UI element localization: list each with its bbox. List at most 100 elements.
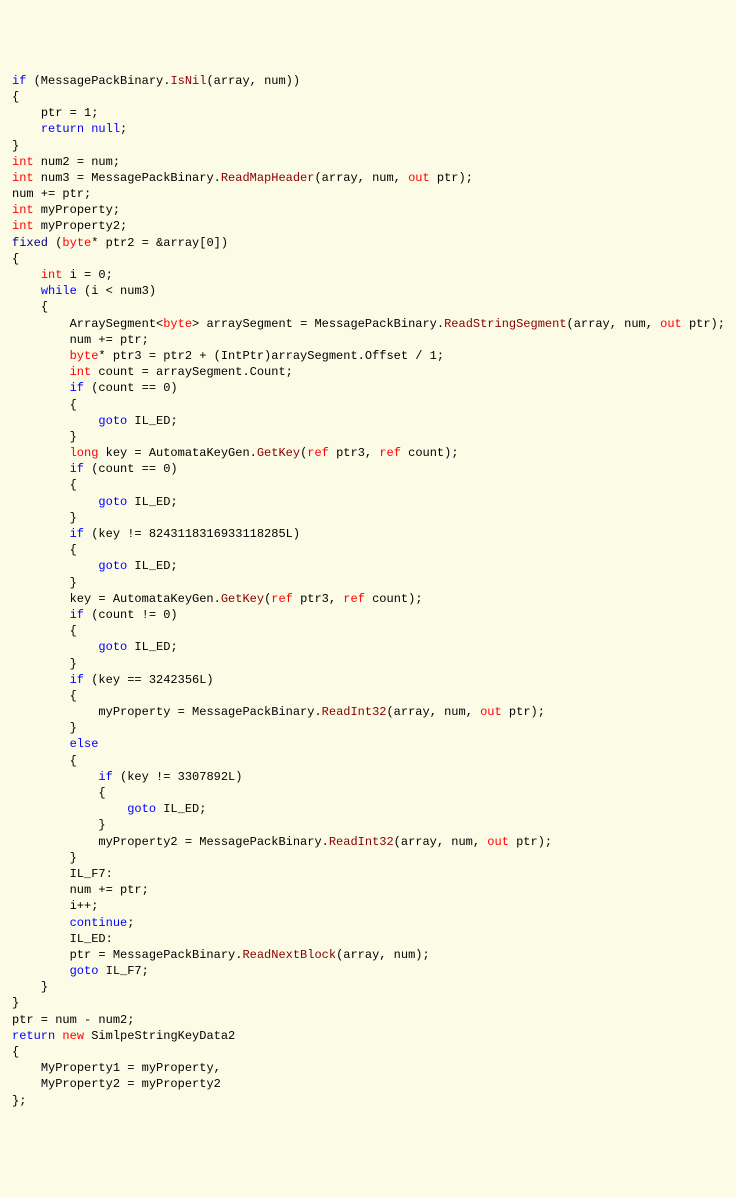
code-token: }: [12, 139, 19, 153]
code-token: IL_ED:: [70, 932, 113, 946]
code-token: if: [12, 74, 26, 88]
code-token: int: [12, 155, 34, 169]
code-token: ref: [307, 446, 329, 460]
code-line: goto IL_F7;: [12, 963, 724, 979]
code-token: count);: [401, 446, 459, 460]
code-token: (array, num);: [336, 948, 430, 962]
code-token: ptr);: [430, 171, 473, 185]
code-token: ptr = MessagePackBinary.: [70, 948, 243, 962]
code-line: else: [12, 736, 724, 752]
code-token: goto: [98, 559, 127, 573]
code-token: byte: [163, 317, 192, 331]
code-line: if (MessagePackBinary.IsNil(array, num)): [12, 73, 724, 89]
code-line: key = AutomataKeyGen.GetKey(ref ptr3, re…: [12, 591, 724, 607]
code-line: fixed (byte* ptr2 = &array[0]): [12, 235, 724, 251]
code-token: (array, num)): [206, 74, 300, 88]
code-line: num += ptr;: [12, 882, 724, 898]
code-line: {: [12, 688, 724, 704]
code-token: }: [70, 430, 77, 444]
code-token: MyProperty2 = myProperty2: [41, 1077, 221, 1091]
code-token: (key != 8243118316933118285L): [84, 527, 300, 541]
code-line: }: [12, 656, 724, 672]
code-token: {: [41, 300, 48, 314]
code-line: {: [12, 542, 724, 558]
code-token: ;: [127, 916, 134, 930]
code-line: goto IL_ED;: [12, 639, 724, 655]
code-token: i = 0;: [62, 268, 112, 282]
code-line: i++;: [12, 898, 724, 914]
code-line: ArraySegment<byte> arraySegment = Messag…: [12, 316, 724, 332]
code-line: {: [12, 1044, 724, 1060]
code-token: GetKey: [257, 446, 300, 460]
code-line: }: [12, 979, 724, 995]
code-line: }: [12, 817, 724, 833]
code-token: }: [70, 851, 77, 865]
code-token: ReadMapHeader: [221, 171, 315, 185]
code-token: > arraySegment = MessagePackBinary.: [192, 317, 444, 331]
code-token: if: [98, 770, 112, 784]
code-token: goto: [98, 414, 127, 428]
code-token: fixed: [12, 236, 48, 250]
code-token: ReadInt32: [329, 835, 394, 849]
code-line: if (count == 0): [12, 461, 724, 477]
code-token: ptr);: [509, 835, 552, 849]
code-token: (count == 0): [84, 381, 178, 395]
code-token: byte: [62, 236, 91, 250]
code-token: {: [70, 478, 77, 492]
code-token: out: [408, 171, 430, 185]
code-token: [55, 1029, 62, 1043]
code-token: };: [12, 1094, 26, 1108]
code-token: goto: [70, 964, 99, 978]
code-token: (i < num3): [77, 284, 156, 298]
code-line: {: [12, 299, 724, 315]
code-token: myProperty;: [34, 203, 120, 217]
code-token: myProperty = MessagePackBinary.: [98, 705, 321, 719]
code-line: }: [12, 510, 724, 526]
code-line: {: [12, 785, 724, 801]
code-token: byte: [70, 349, 99, 363]
code-line: {: [12, 251, 724, 267]
code-token: {: [98, 786, 105, 800]
code-token: IsNil: [170, 74, 206, 88]
code-line: byte* ptr3 = ptr2 + (IntPtr)arraySegment…: [12, 348, 724, 364]
code-token: ref: [379, 446, 401, 460]
code-token: ptr3,: [329, 446, 379, 460]
code-token: goto: [127, 802, 156, 816]
code-token: IL_ED;: [127, 414, 177, 428]
code-line: {: [12, 89, 724, 105]
code-token: }: [70, 576, 77, 590]
code-token: {: [12, 90, 19, 104]
code-line: ptr = num - num2;: [12, 1012, 724, 1028]
code-token: * ptr2 = &array[0]): [91, 236, 228, 250]
code-token: goto: [98, 495, 127, 509]
code-token: num2 = num;: [34, 155, 120, 169]
code-token: IL_ED;: [156, 802, 206, 816]
code-line: if (key != 8243118316933118285L): [12, 526, 724, 542]
code-token: null: [91, 122, 120, 136]
code-token: (array, num,: [394, 835, 488, 849]
code-token: (count == 0): [84, 462, 178, 476]
code-line: }: [12, 720, 724, 736]
code-token: key = AutomataKeyGen.: [98, 446, 256, 460]
code-token: goto: [98, 640, 127, 654]
code-token: new: [62, 1029, 84, 1043]
code-token: }: [12, 996, 19, 1010]
code-token: i++;: [70, 899, 99, 913]
code-token: ptr);: [682, 317, 725, 331]
code-line: int myProperty;: [12, 202, 724, 218]
code-token: (array, num,: [386, 705, 480, 719]
code-token: else: [70, 737, 99, 751]
code-token: long: [70, 446, 99, 460]
code-token: num += ptr;: [70, 333, 149, 347]
code-line: if (count != 0): [12, 607, 724, 623]
code-line: continue;: [12, 915, 724, 931]
code-line: {: [12, 753, 724, 769]
code-token: count);: [365, 592, 423, 606]
code-token: (array, num,: [314, 171, 408, 185]
code-token: IL_ED;: [127, 640, 177, 654]
code-line: long key = AutomataKeyGen.GetKey(ref ptr…: [12, 445, 724, 461]
code-token: {: [12, 252, 19, 266]
code-line: int myProperty2;: [12, 218, 724, 234]
code-token: }: [70, 721, 77, 735]
code-token: return: [12, 1029, 55, 1043]
